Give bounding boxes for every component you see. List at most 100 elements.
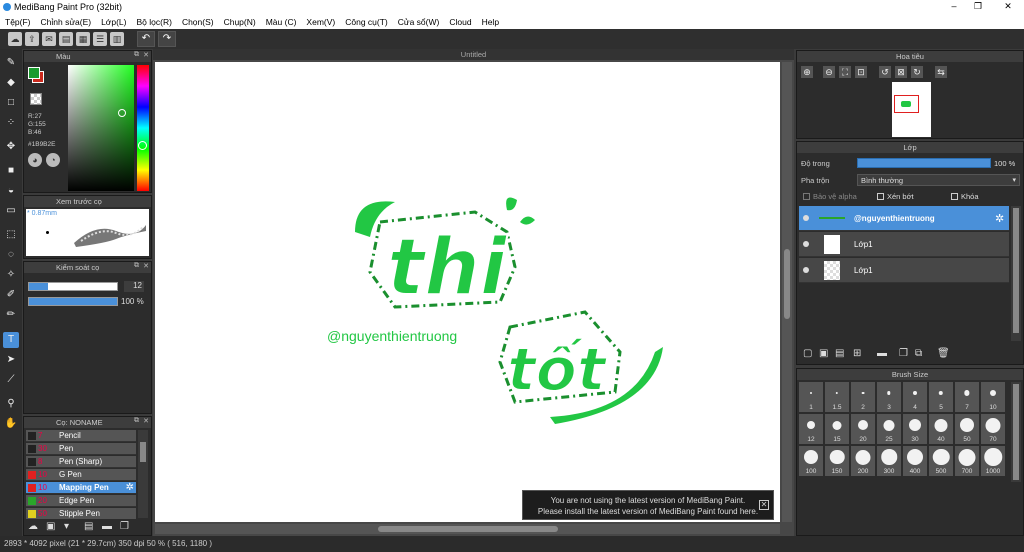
layer-row[interactable]: Lớp1 [799, 232, 1009, 257]
menu-window[interactable]: Cửa sổ(W) [393, 17, 445, 27]
brush-size-preset[interactable]: 20 [851, 414, 875, 444]
close-button[interactable]: ✕ [998, 1, 1018, 13]
brush-size-preset[interactable]: 25 [877, 414, 901, 444]
palette-icon[interactable]: ◕ [28, 153, 42, 167]
navigator-thumbnail[interactable] [892, 82, 931, 137]
layer-row[interactable]: Lớp1 [799, 258, 1009, 283]
new-halftone-layer-icon[interactable]: ▣ [819, 348, 828, 359]
eyedropper-tool-icon[interactable]: ⚲ [3, 396, 19, 412]
rotate-left-icon[interactable]: ↺ [879, 66, 891, 78]
menu-tools[interactable]: Công cụ(T) [340, 17, 393, 27]
brush-list-item[interactable]: 20 Edge Pen [26, 495, 136, 507]
protect-alpha-checkbox[interactable] [803, 193, 810, 200]
minimize-button[interactable]: – [944, 1, 964, 13]
page-icon[interactable]: ▦ [76, 32, 90, 46]
hue-slider[interactable] [137, 65, 149, 191]
magic-wand-tool-icon[interactable]: ✧ [3, 267, 19, 283]
brush-size-preset[interactable]: 1 [799, 382, 823, 412]
canvas-tab[interactable]: Untitled [153, 49, 794, 60]
rect-tool-icon[interactable]: □ [3, 95, 19, 111]
dot-tool-icon[interactable]: ⁘ [3, 115, 19, 131]
menu-layer[interactable]: Lớp(L) [96, 17, 131, 27]
menu-filter[interactable]: Bộ lọc(R) [132, 17, 177, 27]
menu-help[interactable]: Help [477, 17, 504, 27]
brush-size-preset[interactable]: 1000 [981, 446, 1005, 476]
saturation-value-picker[interactable] [68, 65, 134, 191]
delete-layer-icon[interactable]: 🗑 [937, 348, 950, 359]
brush-copy-icon[interactable]: ❐ [120, 521, 129, 532]
transparent-color-swatch[interactable] [30, 93, 42, 105]
brush-size-preset[interactable]: 40 [929, 414, 953, 444]
brush-cloud-icon[interactable]: ☁ [28, 521, 38, 532]
grid-icon[interactable]: ▥ [110, 32, 124, 46]
cloud-icon[interactable]: ☁ [8, 32, 22, 46]
brush-size-preset[interactable]: 500 [929, 446, 953, 476]
brush-size-preset[interactable]: 150 [825, 446, 849, 476]
menu-color[interactable]: Màu (C) [261, 17, 302, 27]
panel-close-icon[interactable]: ✕ [143, 262, 149, 270]
brush-size-preset[interactable]: 1.5 [825, 382, 849, 412]
brush-size-preset[interactable]: 300 [877, 446, 901, 476]
blend-mode-select[interactable]: Bình thường ▾ [857, 174, 1020, 186]
brush-tool-icon[interactable]: ✎ [3, 55, 19, 71]
foreground-color-swatch[interactable] [28, 67, 40, 79]
layer-folder-icon[interactable]: ▬ [877, 348, 887, 359]
layer-row[interactable]: @nguyenthientruong ✲ [799, 206, 1009, 231]
panel-close-icon[interactable]: ✕ [143, 51, 149, 59]
brush-size-preset[interactable]: 70 [981, 414, 1005, 444]
merge-layer-icon[interactable]: ⧉ [915, 348, 922, 359]
picker-cursor[interactable] [118, 109, 126, 117]
brush-size-preset[interactable]: 7 [955, 382, 979, 412]
brush-list-item[interactable]: 10 Mapping Pen ✲ [26, 482, 136, 494]
gradient-tool-icon[interactable]: ▭ [3, 203, 19, 219]
zoom-out-icon[interactable]: ⊖ [823, 66, 835, 78]
fit-icon[interactable]: ⛶ [839, 66, 851, 78]
brush-size-value[interactable]: 12 [124, 281, 144, 292]
canvas-horizontal-scroll-thumb[interactable] [378, 526, 558, 532]
notification-close-icon[interactable]: ✕ [759, 500, 769, 510]
reset-rotation-icon[interactable]: ⊠ [895, 66, 907, 78]
gear-icon[interactable]: ✲ [126, 482, 134, 494]
fill-rect-tool-icon[interactable]: ■ [3, 163, 19, 179]
brush-folder-icon[interactable]: ▬ [102, 521, 112, 532]
clipping-checkbox[interactable] [877, 193, 884, 200]
select-eraser-tool-icon[interactable]: ✏ [3, 307, 19, 323]
panel-float-icon[interactable]: ⧉ [134, 417, 139, 425]
brush-size-preset[interactable]: 12 [799, 414, 823, 444]
layer-list-scrollbar[interactable] [1011, 206, 1021, 341]
brush-size-preset[interactable]: 2 [851, 382, 875, 412]
list-icon[interactable]: ☰ [93, 32, 107, 46]
menu-cloud[interactable]: Cloud [444, 17, 476, 27]
canvas-paper[interactable]: thi tốt @nguyenthientruong [155, 62, 780, 522]
menu-edit[interactable]: Chỉnh sửa(E) [36, 17, 97, 27]
menu-select[interactable]: Chọn(S) [177, 17, 219, 27]
add-brush-icon[interactable]: ▣ [46, 521, 55, 532]
eraser-tool-icon[interactable]: ◆ [3, 75, 19, 91]
canvas-vertical-scroll-thumb[interactable] [784, 249, 790, 319]
visibility-eye-icon[interactable] [803, 267, 809, 273]
hue-slider-handle[interactable] [138, 141, 147, 150]
color-wheel-icon[interactable]: ◔ [46, 153, 60, 167]
text-tool-icon[interactable]: T [3, 332, 19, 348]
brush-size-slider[interactable] [28, 282, 118, 291]
rotate-right-icon[interactable]: ↻ [911, 66, 923, 78]
brush-size-preset[interactable]: 200 [851, 446, 875, 476]
hand-tool-icon[interactable]: ✋ [3, 416, 19, 432]
flip-icon[interactable]: ⇆ [935, 66, 947, 78]
brush-doc-icon[interactable]: ▤ [84, 521, 93, 532]
comment-icon[interactable]: ✉ [42, 32, 56, 46]
add-layer-menu-icon[interactable]: ⊞ [853, 348, 861, 359]
operation-tool-icon[interactable]: ➤ [3, 352, 19, 368]
brush-list-item[interactable]: 30 Pen [26, 443, 136, 455]
bucket-tool-icon[interactable]: ◒ [3, 183, 19, 199]
select-pen-tool-icon[interactable]: ✐ [3, 287, 19, 303]
menu-view[interactable]: Xem(V) [301, 17, 340, 27]
brush-list-scrollbar[interactable] [138, 430, 148, 518]
brush-size-preset[interactable]: 400 [903, 446, 927, 476]
brush-size-scrollbar[interactable] [1011, 382, 1021, 482]
update-notification[interactable]: You are not using the latest version of … [522, 490, 774, 520]
brush-list-item[interactable]: 10 G Pen [26, 469, 136, 481]
menu-file[interactable]: Tệp(F) [0, 17, 36, 27]
brush-list-item[interactable]: 8 Pen (Sharp) [26, 456, 136, 468]
lasso-tool-icon[interactable]: ◌ [3, 247, 19, 263]
